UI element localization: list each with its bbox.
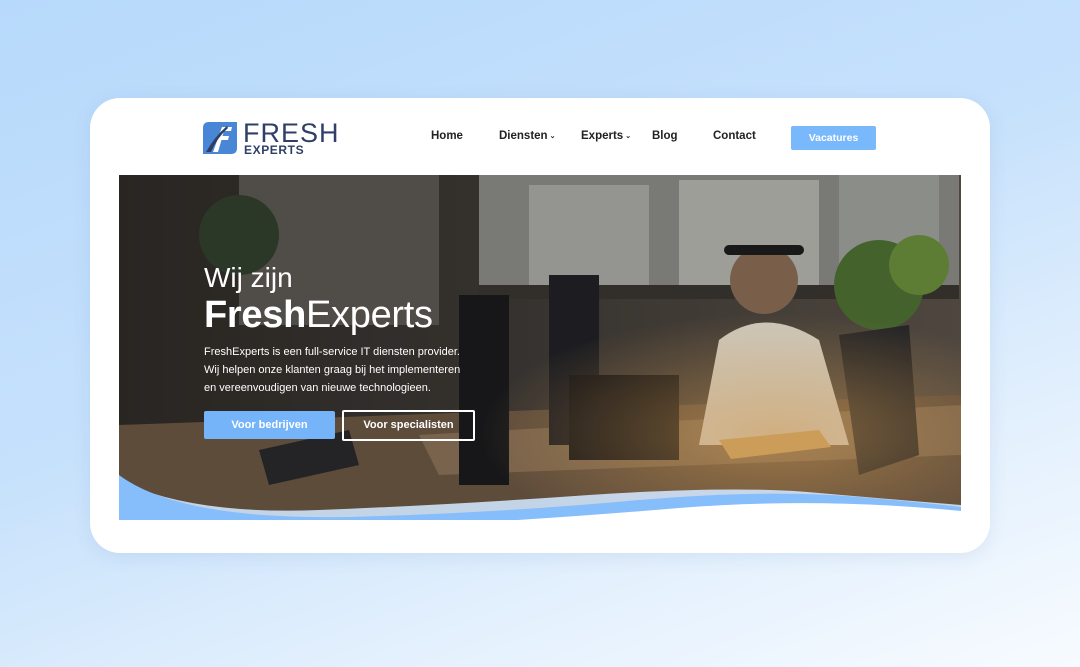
- vacatures-button[interactable]: Vacatures: [791, 126, 876, 150]
- hero-section: Wij zijn FreshExperts FreshExperts is ee…: [119, 175, 961, 520]
- nav-contact[interactable]: Contact: [713, 130, 756, 142]
- nav-diensten[interactable]: Diensten ⌄: [499, 130, 555, 142]
- nav-home[interactable]: Home: [431, 130, 463, 142]
- freshexperts-logo-icon: [203, 122, 237, 154]
- logo[interactable]: FRESH EXPERTS: [203, 118, 339, 158]
- nav-experts-label: Experts: [581, 130, 624, 142]
- nav-blog[interactable]: Blog: [652, 130, 678, 142]
- nav-diensten-label: Diensten: [499, 130, 548, 142]
- website-preview-card: FRESH EXPERTS Home Diensten ⌄ Experts ⌄ Bl…: [90, 98, 990, 553]
- chevron-down-icon: ⌄: [549, 133, 556, 140]
- chevron-down-icon: ⌄: [625, 133, 632, 140]
- nav-experts[interactable]: Experts ⌄: [581, 130, 631, 142]
- hero-wave-divider: [119, 475, 961, 520]
- logo-subtitle: EXPERTS: [244, 143, 305, 157]
